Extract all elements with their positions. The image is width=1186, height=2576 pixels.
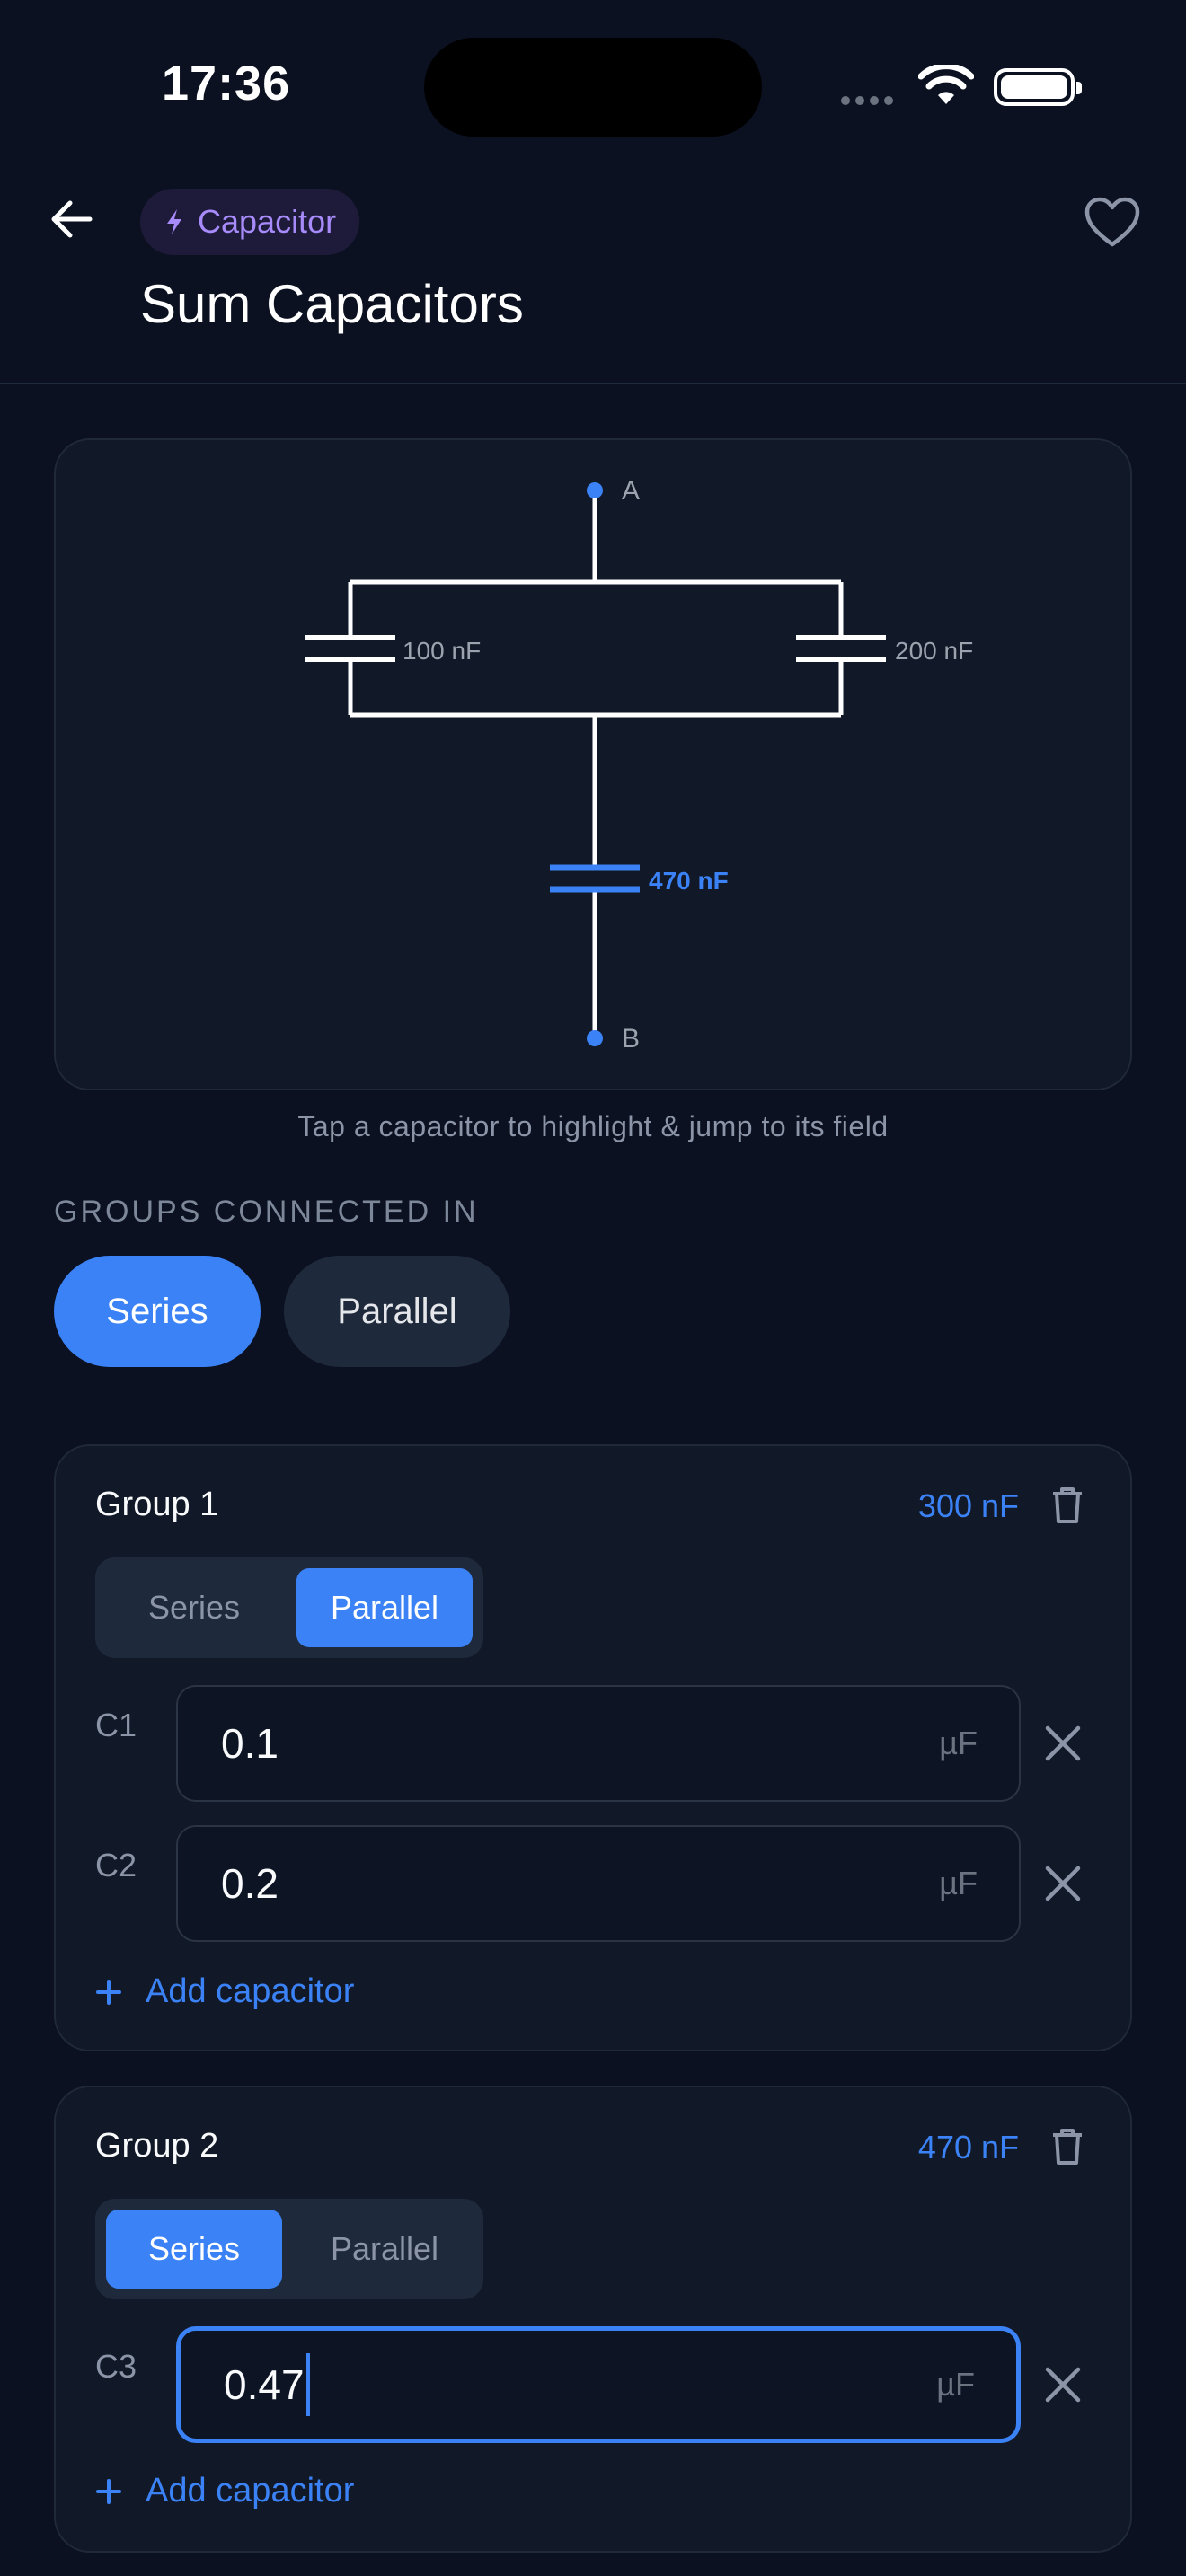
terminal-b-dot [587, 1030, 603, 1046]
capacitor-unit: µF [936, 2366, 975, 2403]
capacitor-c1-label: 100 nF [403, 637, 481, 665]
cellular-signal-icon [841, 93, 898, 110]
capacitor-value: 0.1 [221, 1720, 279, 1767]
add-capacitor-label: Add capacitor [146, 1972, 355, 2010]
page-title: Sum Capacitors [140, 274, 524, 334]
group-title: Group 2 [95, 2127, 219, 2165]
capacitor-c2-label: 200 nF [895, 637, 973, 665]
capacitor-c3-label: 470 nF [649, 867, 729, 895]
connection-series-button[interactable]: Series [54, 1256, 261, 1367]
connection-parallel-button[interactable]: Parallel [284, 1256, 510, 1367]
close-icon[interactable] [1040, 2362, 1085, 2407]
group-total: 470 nF [917, 2129, 1019, 2166]
terminal-a-label: A [622, 476, 640, 506]
capacitor-unit: µF [939, 1725, 978, 1761]
group-mode-parallel[interactable]: Parallel [296, 2210, 473, 2289]
terminal-b-label: B [622, 1024, 640, 1054]
capacitor-c3-symbol[interactable] [550, 864, 640, 893]
group-mode-toggle: Series Parallel [95, 1557, 483, 1658]
close-icon[interactable] [1040, 1861, 1085, 1906]
plus-icon [96, 2478, 121, 2504]
group-mode-parallel[interactable]: Parallel [296, 1568, 473, 1647]
capacitor-c1-input[interactable]: 0.1 µF [176, 1685, 1021, 1802]
arrow-left-icon [51, 200, 93, 238]
group-card-1: Group 1 300 nF Series Parallel C1 0.1 µF… [54, 1444, 1132, 2051]
category-chip-label: Capacitor [198, 203, 337, 240]
group-mode-series[interactable]: Series [106, 2210, 282, 2289]
capacitor-value: 0.47 [224, 2331, 310, 2439]
capacitor-c2-input[interactable]: 0.2 µF [176, 1825, 1021, 1942]
capacitor-label: C2 [95, 1847, 137, 1883]
group-mode-toggle: Series Parallel [95, 2199, 483, 2299]
terminal-a-dot [587, 482, 603, 498]
bolt-icon [167, 209, 181, 234]
add-capacitor-label: Add capacitor [146, 2472, 355, 2510]
plus-icon [96, 1979, 121, 2005]
capacitor-label: C1 [95, 1707, 137, 1743]
diagram-hint: Tap a capacitor to highlight & jump to i… [297, 1110, 889, 1142]
dynamic-island [424, 38, 762, 137]
capacitor-c2-symbol[interactable] [796, 635, 886, 662]
connection-section-label: GROUPS CONNECTED IN [54, 1195, 479, 1229]
battery-icon [994, 68, 1082, 106]
circuit-diagram: 100 nF 200 nF 470 nF A B [305, 476, 973, 1054]
add-capacitor-button[interactable]: Add capacitor [95, 2472, 354, 2510]
capacitor-value: 0.2 [221, 1860, 279, 1907]
group-total: 300 nF [917, 1487, 1019, 1524]
group-card-2: Group 2 470 nF Series Parallel C3 0.47 µ… [54, 2086, 1132, 2553]
favorite-heart-icon[interactable] [1084, 196, 1141, 248]
trash-icon[interactable] [1049, 2127, 1085, 2166]
header-divider [0, 383, 1186, 384]
capacitor-c3-input[interactable]: 0.47 µF [176, 2326, 1021, 2443]
capacitor-c1-symbol[interactable] [305, 635, 395, 662]
capacitor-label: C3 [95, 2348, 137, 2385]
group-mode-series[interactable]: Series [106, 1568, 282, 1647]
add-capacitor-button[interactable]: Add capacitor [95, 1972, 354, 2011]
trash-icon[interactable] [1049, 1486, 1085, 1525]
back-button[interactable] [43, 190, 101, 248]
wifi-icon [918, 65, 974, 104]
capacitor-unit: µF [939, 1865, 978, 1901]
status-time: 17:36 [162, 57, 291, 110]
text-caret [305, 2353, 310, 2416]
category-chip[interactable]: Capacitor [140, 189, 360, 255]
close-icon[interactable] [1040, 1721, 1085, 1766]
group-title: Group 1 [95, 1486, 219, 1523]
